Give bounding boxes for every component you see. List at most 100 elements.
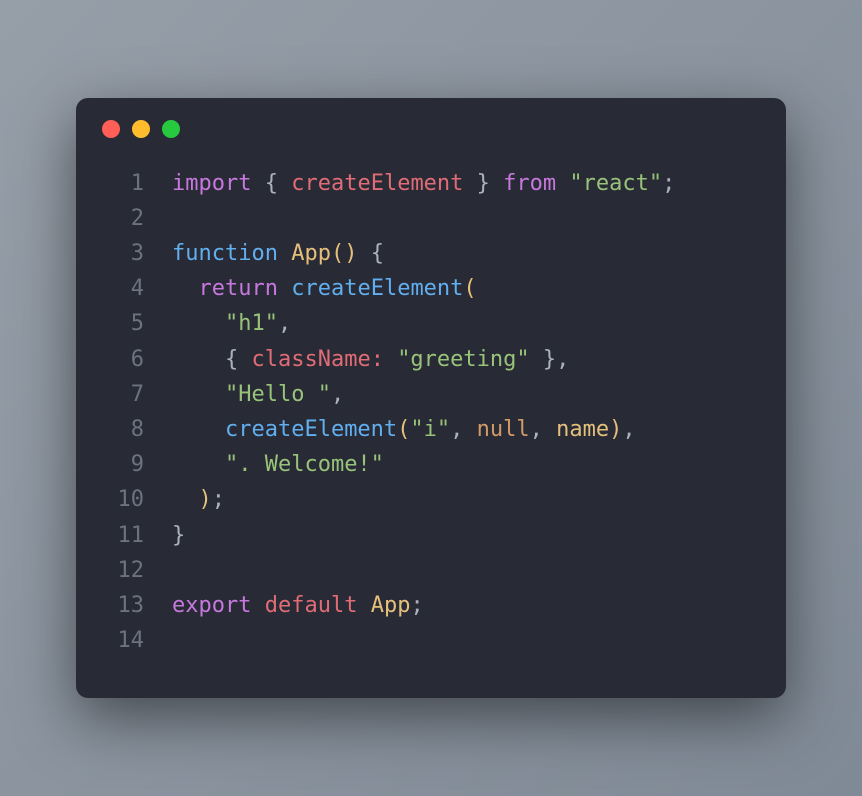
code-token: App (291, 241, 331, 266)
code-token: createElement (291, 171, 463, 196)
line-content: createElement("i", null, name), (172, 412, 760, 447)
code-token: name (556, 417, 609, 442)
code-token: () (331, 241, 358, 266)
code-token: , (622, 417, 635, 442)
code-token: createElement (225, 417, 397, 442)
code-token: ) (199, 487, 212, 512)
code-token (172, 311, 225, 336)
code-token: createElement (291, 276, 463, 301)
line-number: 14 (102, 623, 144, 658)
code-token (463, 171, 476, 196)
line-number: 8 (102, 412, 144, 447)
code-token (278, 276, 291, 301)
line-number: 11 (102, 518, 144, 553)
line-content: export default App; (172, 588, 760, 623)
code-token (490, 171, 503, 196)
code-token: } (477, 171, 490, 196)
line-number: 7 (102, 377, 144, 412)
code-line: 2 (102, 201, 760, 236)
code-token: "h1" (225, 311, 278, 336)
code-area[interactable]: 1 import { createElement } from "react"; 2… (76, 148, 786, 699)
code-token: className: (251, 347, 383, 372)
code-line: 14 (102, 623, 760, 658)
line-content: return createElement( (172, 271, 760, 306)
code-token: null (477, 417, 530, 442)
minimize-icon[interactable] (132, 120, 150, 138)
line-content (172, 201, 760, 236)
code-line: 8 createElement("i", null, name), (102, 412, 760, 447)
line-number: 2 (102, 201, 144, 236)
code-token (238, 347, 251, 372)
code-token: "greeting" (397, 347, 529, 372)
code-token: { (371, 241, 384, 266)
code-token: return (199, 276, 278, 301)
code-line: 11} (102, 518, 760, 553)
code-token (172, 487, 199, 512)
code-token: ; (410, 593, 423, 618)
code-token (172, 382, 225, 407)
code-token (357, 593, 370, 618)
code-line: 13 export default App; (102, 588, 760, 623)
line-content: function App() { (172, 236, 760, 271)
code-token: ( (397, 417, 410, 442)
line-content: } (172, 518, 760, 553)
line-number: 4 (102, 271, 144, 306)
line-content: { className: "greeting" }, (172, 342, 760, 377)
line-content: import { createElement } from "react"; (172, 166, 760, 201)
code-token: function (172, 241, 278, 266)
code-token (357, 241, 370, 266)
code-token: , (278, 311, 291, 336)
code-token (556, 171, 569, 196)
code-token: ". Welcome!" (225, 452, 384, 477)
line-number: 12 (102, 553, 144, 588)
line-number: 5 (102, 306, 144, 341)
code-token: , (530, 417, 557, 442)
code-token (278, 241, 291, 266)
line-content: "h1", (172, 306, 760, 341)
line-content (172, 553, 760, 588)
code-line: 12 (102, 553, 760, 588)
code-token: export (172, 593, 251, 618)
code-token (278, 171, 291, 196)
code-token: , (331, 382, 344, 407)
code-line: 7 "Hello ", (102, 377, 760, 412)
code-token (384, 347, 397, 372)
window-titlebar (76, 98, 786, 148)
code-token (251, 171, 264, 196)
maximize-icon[interactable] (162, 120, 180, 138)
line-number: 13 (102, 588, 144, 623)
code-token: ; (662, 171, 675, 196)
code-line: 4 return createElement( (102, 271, 760, 306)
code-token: , (450, 417, 477, 442)
code-line: 9 ". Welcome!" (102, 447, 760, 482)
code-line: 3function App() { (102, 236, 760, 271)
line-number: 9 (102, 447, 144, 482)
code-line: 1 import { createElement } from "react"; (102, 166, 760, 201)
line-content (172, 623, 760, 658)
line-number: 10 (102, 482, 144, 517)
code-line: 5 "h1", (102, 306, 760, 341)
code-token: } (172, 523, 185, 548)
code-token (172, 276, 199, 301)
code-token: App (371, 593, 411, 618)
code-token: "Hello " (225, 382, 331, 407)
line-number: 1 (102, 166, 144, 201)
code-token: from (503, 171, 556, 196)
code-token (172, 452, 225, 477)
code-token: { (265, 171, 278, 196)
code-token: default (265, 593, 358, 618)
code-line: 10 ); (102, 482, 760, 517)
line-content: ". Welcome!" (172, 447, 760, 482)
code-token: ) (609, 417, 622, 442)
code-token (251, 593, 264, 618)
code-token: { (225, 347, 238, 372)
code-token: "react" (569, 171, 662, 196)
code-token: ( (463, 276, 476, 301)
line-content: "Hello ", (172, 377, 760, 412)
code-token: ; (212, 487, 225, 512)
code-token: import (172, 171, 251, 196)
close-icon[interactable] (102, 120, 120, 138)
code-token: "i" (410, 417, 450, 442)
line-content: ); (172, 482, 760, 517)
code-line: 6 { className: "greeting" }, (102, 342, 760, 377)
